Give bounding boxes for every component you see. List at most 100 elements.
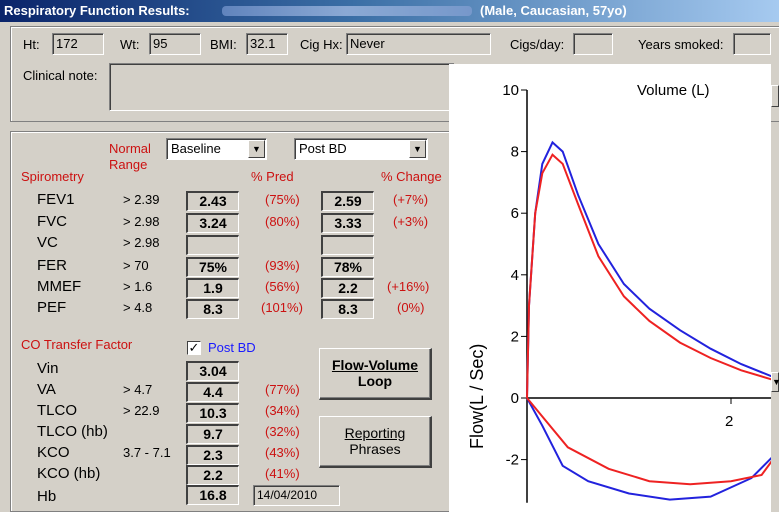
pct-pred: (43%): [265, 445, 300, 460]
bmi-label: BMI:: [210, 37, 237, 52]
post-value: 8.3: [321, 299, 374, 319]
years-smoked-label: Years smoked:: [638, 37, 724, 52]
baseline-select-value: Baseline: [171, 141, 221, 156]
chevron-down-icon[interactable]: ▼: [409, 140, 426, 158]
post-bd-checkbox[interactable]: ✓: [187, 341, 201, 355]
bmi-field[interactable]: 32.1: [246, 33, 288, 55]
pct-pred: (32%): [265, 424, 300, 439]
y-tick-label: 8: [511, 144, 519, 161]
post-bd-select[interactable]: Post BD ▼: [294, 138, 428, 160]
row-range: > 2.39: [123, 192, 160, 207]
row-range: > 22.9: [123, 403, 160, 418]
tlco-value: 2.3: [186, 445, 239, 465]
row-name: TLCO (hb): [37, 423, 108, 440]
button-label: Reporting: [344, 425, 406, 441]
row-name: KCO (hb): [37, 465, 101, 482]
clinical-note-field[interactable]: [109, 63, 454, 111]
row-range: > 1.6: [123, 279, 153, 294]
row-range: > 4.7: [123, 382, 153, 397]
scrollbar-button[interactable]: [771, 85, 779, 107]
series-group: [526, 140, 779, 501]
flow-volume-series-2: [526, 153, 779, 486]
y-tick-label: 2: [511, 328, 519, 345]
baseline-select[interactable]: Baseline ▼: [166, 138, 267, 160]
tlco-value: 9.7: [186, 424, 239, 444]
baseline-value: 2.43: [186, 191, 239, 211]
pct-change: (0%): [397, 300, 425, 315]
row-name: FVC: [37, 213, 67, 230]
title-bar: Respiratory Function Results: (Male, Cau…: [0, 0, 779, 22]
post-value: 78%: [321, 257, 374, 277]
button-label: Flow-Volume: [331, 357, 419, 373]
row-range: > 2.98: [123, 235, 160, 250]
post-value: 2.2: [321, 278, 374, 298]
baseline-value: [186, 235, 239, 255]
post-value: 2.59: [321, 191, 374, 211]
row-name: PEF: [37, 299, 67, 316]
pct-change: (+16%): [387, 279, 430, 294]
post-bd-select-value: Post BD: [299, 141, 347, 156]
reporting-phrases-button[interactable]: Reporting Phrases: [319, 416, 432, 468]
tlco-value: 10.3: [186, 403, 239, 423]
button-label: Phrases: [349, 441, 401, 457]
pct-pred: (93%): [265, 258, 300, 273]
results-panel: Normal Range Spirometry Baseline ▼ Post …: [10, 131, 450, 512]
normal-range-header: Normal Range: [109, 141, 151, 172]
row-name: TLCO: [37, 402, 78, 419]
chevron-down-icon[interactable]: ▼: [771, 372, 779, 392]
spirometry-header: Spirometry: [21, 169, 84, 184]
flow-volume-loop-button[interactable]: Flow-Volume Loop: [319, 348, 432, 400]
flow-volume-chart: 10 8 6 4 2 0 -2 2 Volume (L) Flow(L / Sec): [449, 64, 779, 512]
pct-pred: (41%): [265, 466, 300, 481]
pct-pred: (34%): [265, 403, 300, 418]
cigs-per-day-label: Cigs/day:: [510, 37, 565, 52]
pct-pred: (77%): [265, 382, 300, 397]
cig-hx-field[interactable]: Never: [346, 33, 491, 55]
row-name: VC: [37, 234, 58, 251]
clinical-note-label: Clinical note:: [23, 68, 98, 83]
y-tick-label: 4: [511, 267, 519, 284]
y-axis-label: Flow(L / Sec): [467, 344, 487, 449]
pct-pred: (56%): [265, 279, 300, 294]
y-tick-label: 0: [511, 390, 519, 407]
row-range: > 2.98: [123, 214, 160, 229]
row-name: Hb: [37, 488, 57, 505]
cig-hx-label: Cig Hx:: [300, 37, 343, 52]
row-range: > 70: [123, 258, 149, 273]
cigs-per-day-field[interactable]: [573, 33, 613, 55]
row-range: 3.7 - 7.1: [123, 445, 171, 460]
weight-field[interactable]: 95: [149, 33, 201, 55]
row-name: KCO: [37, 444, 70, 461]
flow-volume-svg: 10 8 6 4 2 0 -2 2 Volume (L) Flow(L / Sec): [467, 82, 779, 503]
pct-change: (+3%): [393, 214, 429, 229]
test-date-field[interactable]: 14/04/2010: [253, 485, 340, 506]
co-transfer-header: CO Transfer Factor: [21, 337, 133, 352]
button-label: Loop: [357, 373, 393, 389]
y-tick-label: -2: [506, 452, 519, 469]
baseline-value: 3.24: [186, 213, 239, 233]
y-tick-label: 6: [511, 205, 519, 222]
height-field[interactable]: 172: [52, 33, 104, 55]
tlco-value: 3.04: [186, 361, 239, 381]
patient-info: (Male, Caucasian, 57yo): [480, 3, 627, 18]
post-value: [321, 235, 374, 255]
pct-pred: (101%): [261, 300, 303, 315]
chevron-down-icon[interactable]: ▼: [248, 140, 265, 158]
years-smoked-field[interactable]: [733, 33, 771, 55]
row-name: FEV1: [37, 191, 75, 208]
row-name: FER: [37, 257, 67, 274]
y-tick-label: 10: [502, 82, 519, 99]
post-value: 3.33: [321, 213, 374, 233]
y-ticks: 10 8 6 4 2 0 -2: [502, 82, 527, 469]
redacted-patient-name: [222, 6, 472, 16]
pct-change: (+7%): [393, 192, 429, 207]
window-title: Respiratory Function Results:: [4, 3, 190, 18]
row-name: MMEF: [37, 278, 82, 295]
row-name: VA: [37, 381, 56, 398]
baseline-value: 1.9: [186, 278, 239, 298]
baseline-value: 75%: [186, 257, 239, 277]
tlco-value: 2.2: [186, 465, 239, 485]
pct-change-header: % Change: [381, 169, 442, 184]
row-range: > 4.8: [123, 300, 153, 315]
post-bd-checkbox-label: Post BD: [208, 340, 256, 355]
